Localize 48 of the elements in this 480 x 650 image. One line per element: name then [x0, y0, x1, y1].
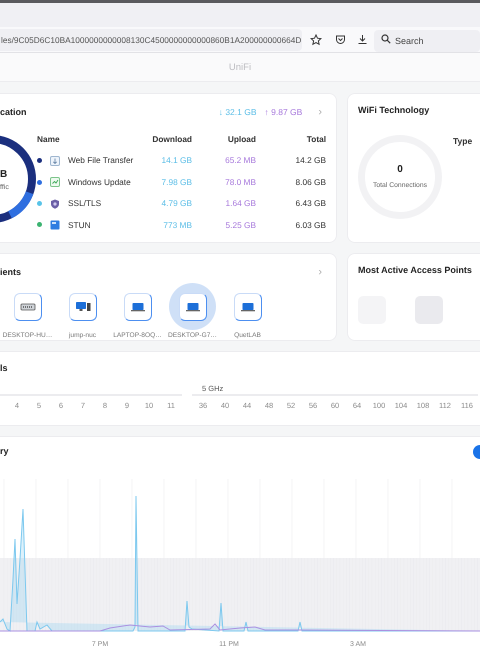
- column-header: Type: [453, 135, 472, 148]
- table-cell: Web File Transfer: [68, 154, 134, 167]
- table-cell-text: 78.0 MB: [224, 176, 256, 188]
- more-link[interactable]: ›: [318, 104, 322, 121]
- table-cell-text: 4.79 GB: [160, 197, 192, 210]
- table-cell: STUN: [68, 218, 91, 232]
- server-icon: [20, 301, 36, 313]
- column-header: Download: [151, 133, 192, 146]
- column-header: Upload: [226, 133, 256, 146]
- column-header: Name: [37, 133, 61, 146]
- table-cell: SSL/TLS: [68, 197, 102, 210]
- donut-value: B: [0, 168, 8, 182]
- laptop-icon: [130, 301, 146, 313]
- address-field[interactable]: les/9C05D6C10BA1000000000008130C4500000000000860B1A200000000664D: [0, 28, 302, 50]
- card-title: ry: [0, 445, 9, 458]
- table-cell-text: 7.98 GB: [160, 176, 192, 188]
- table-cell-text: 14.2 GB: [294, 154, 326, 167]
- laptop-icon: [184, 301, 200, 313]
- star-icon[interactable]: [310, 34, 322, 46]
- connections-count: 0: [397, 163, 403, 178]
- chart-box-icon: [50, 177, 60, 188]
- laptop-icon: [240, 301, 256, 313]
- card-title: cation: [0, 106, 27, 119]
- download-total: ↓ 32.1 GB: [218, 106, 257, 119]
- card-title: ients: [0, 266, 22, 279]
- table-cell-text: 14.1 GB: [160, 154, 192, 167]
- column-header: Total: [306, 133, 326, 146]
- desktop-computer-icon: [74, 301, 90, 313]
- more-link[interactable]: ›: [318, 264, 322, 281]
- table-cell-text: 5.25 GB: [224, 218, 256, 232]
- table-cell: Windows Update: [68, 176, 131, 188]
- page-title: UniFi: [228, 62, 252, 73]
- card-title: Most Active Access Points: [358, 264, 473, 277]
- table-cell-text: 773 MB: [162, 218, 192, 232]
- download-box-icon: [50, 156, 60, 166]
- card-title: WiFi Technology: [358, 104, 430, 117]
- table-cell-text: 8.06 GB: [294, 176, 326, 188]
- table-cell-text: 1.64 GB: [224, 197, 256, 210]
- table-cell-text: 65.2 MB: [224, 154, 256, 167]
- pocket-icon[interactable]: [335, 34, 346, 45]
- upload-total: ↑ 9.87 GB: [264, 106, 302, 119]
- table-cell-text: 6.03 GB: [294, 218, 326, 232]
- download-icon[interactable]: [357, 34, 368, 45]
- table-cell-text: 6.43 GB: [294, 197, 326, 210]
- search-field[interactable]: Search: [374, 30, 480, 52]
- square-icon: [50, 220, 60, 230]
- shield-icon: [50, 198, 60, 209]
- card-title: ls: [0, 362, 9, 375]
